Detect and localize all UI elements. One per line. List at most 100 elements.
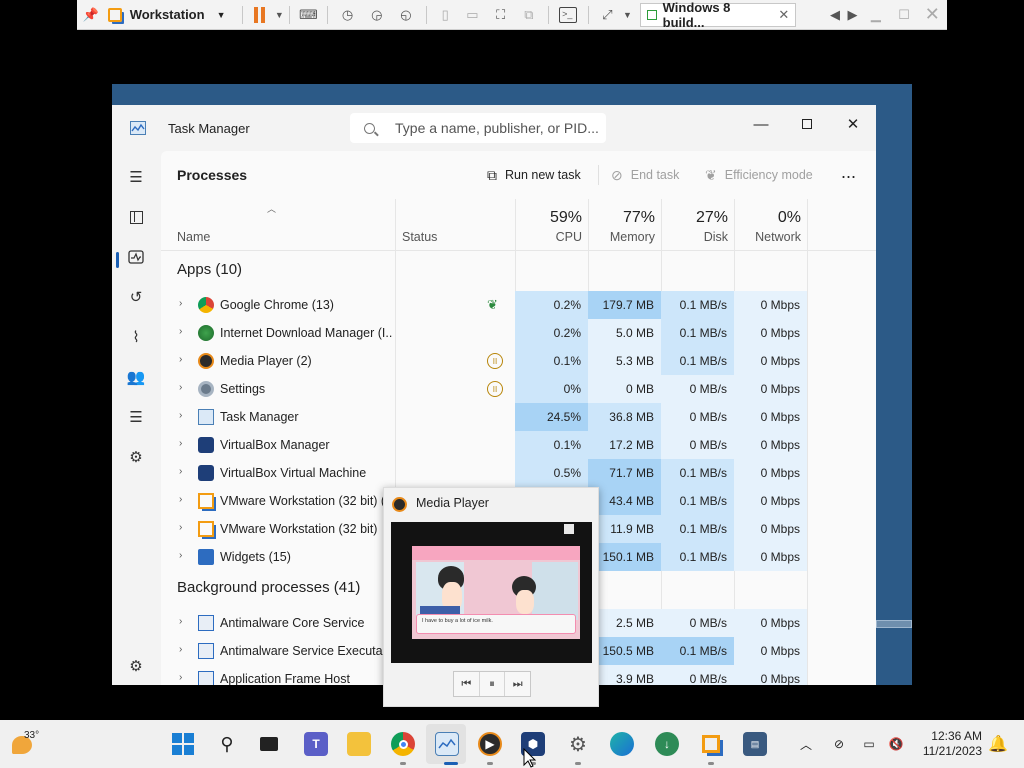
page-title: Processes — [177, 167, 248, 183]
performance-monitor-icon[interactable]: ▤ — [743, 732, 767, 756]
snapshot-manager-icon[interactable]: ◵ — [391, 0, 420, 30]
stretch-icon[interactable]: ⤢ — [594, 0, 621, 30]
column-network[interactable]: 0% Network — [734, 199, 807, 251]
start-icon[interactable] — [171, 732, 195, 756]
workstation-menu[interactable]: Workstation — [130, 7, 205, 22]
pin-icon[interactable]: 📌 — [77, 0, 104, 30]
media-player-icon[interactable]: ▶ — [478, 732, 502, 756]
maximize-icon[interactable]: ☐ — [890, 0, 917, 30]
services-icon[interactable]: ⚙ — [124, 445, 148, 469]
next-icon[interactable]: ⏭ — [505, 672, 530, 696]
column-name[interactable]: ︿ Name — [161, 199, 395, 251]
chevron-right-icon[interactable]: › — [179, 494, 182, 505]
terminal-icon[interactable]: >_ — [554, 0, 583, 30]
revert-snapshot-icon[interactable]: ◶ — [362, 0, 391, 30]
media-player-preview[interactable]: Media Player I have to buy a lot of ice … — [383, 487, 599, 707]
vm-tab-windows8[interactable]: Windows 8 build... ✕ — [639, 0, 797, 30]
close-icon[interactable]: ✕ — [778, 7, 789, 23]
settings-icon[interactable]: ⚙ — [566, 732, 590, 756]
end-task-button[interactable]: ⊘ End task — [611, 164, 679, 186]
run-new-task-button[interactable]: ⧉ Run new task — [487, 164, 581, 186]
chevron-down-icon[interactable]: ▼ — [275, 10, 284, 20]
table-row[interactable]: › Google Chrome (13) ❦ 0.2% 179.7 MB 0.1 MB/s… — [161, 291, 876, 319]
table-row[interactable]: › Media Player (2) II 0.1% 5.3 MB 0.1 MB/s 0 M… — [161, 347, 876, 375]
teams-icon[interactable]: T — [304, 732, 328, 756]
close-button[interactable]: ✕ — [830, 109, 876, 139]
processes-icon[interactable] — [124, 205, 148, 229]
group-header-apps[interactable]: Apps (10) — [177, 261, 242, 278]
vmware-toolbar: 📌 Workstation ▼ ▼ ⌨ ◷ ◶ ◵ ▯ ▭ ⛶ ⧉ >_ ⤢ ▼… — [77, 0, 947, 30]
startup-apps-icon[interactable]: ⌇ — [124, 325, 148, 349]
details-icon[interactable]: ☰ — [124, 405, 148, 429]
notification-bell-icon[interactable]: 🔔 — [986, 732, 1010, 756]
group-header-background[interactable]: Background processes (41) — [177, 579, 360, 596]
minimize-icon[interactable]: ▁ — [861, 0, 890, 30]
task-view-icon[interactable] — [257, 732, 281, 756]
chevron-right-icon[interactable]: › — [179, 438, 182, 449]
volume-muted-icon[interactable]: 🔇 — [884, 732, 908, 756]
chevron-down-icon[interactable]: ▼ — [623, 10, 632, 20]
settings-icon[interactable]: ⚙ — [124, 654, 148, 678]
close-icon[interactable] — [564, 524, 574, 534]
display-icon[interactable]: ▭ — [857, 732, 881, 756]
chevron-right-icon[interactable]: ▶ — [844, 0, 862, 30]
idm-icon[interactable]: ↓ — [655, 732, 679, 756]
table-row[interactable]: › Internet Download Manager (I... 0.2% 5.0 … — [161, 319, 876, 347]
chevron-right-icon[interactable]: › — [179, 382, 182, 393]
network-icon[interactable]: ⊘ — [827, 732, 851, 756]
column-disk[interactable]: 27% Disk — [661, 199, 734, 251]
chevron-right-icon[interactable]: › — [179, 298, 182, 309]
chevron-right-icon[interactable]: › — [179, 326, 182, 337]
chevron-right-icon[interactable]: › — [179, 672, 182, 683]
chevron-right-icon[interactable]: › — [179, 410, 182, 421]
table-row[interactable]: › VirtualBox Manager 0.1% 17.2 MB 0 MB/s 0 Mb… — [161, 431, 876, 459]
chrome-icon[interactable] — [391, 732, 415, 756]
table-row[interactable]: › VirtualBox Virtual Machine 0.5% 71.7 MB 0.… — [161, 459, 876, 487]
search-input[interactable]: Type a name, publisher, or PID... — [395, 120, 599, 136]
users-icon[interactable]: 👥 — [124, 365, 148, 389]
efficiency-mode-button[interactable]: ❦ Efficiency mode — [705, 164, 813, 186]
chevron-right-icon[interactable]: › — [179, 616, 182, 627]
quick-switch-icon[interactable]: ▭ — [459, 0, 486, 30]
hamburger-icon[interactable]: ☰ — [124, 165, 148, 189]
app-history-icon[interactable]: ↺ — [124, 285, 148, 309]
search-box[interactable]: Type a name, publisher, or PID... — [350, 113, 606, 143]
minimize-button[interactable]: — — [738, 109, 784, 139]
maximize-button[interactable] — [784, 109, 830, 139]
chevron-right-icon[interactable]: › — [179, 644, 182, 655]
clock[interactable]: 12:36 AM 11/21/2023 — [918, 729, 982, 759]
performance-icon[interactable] — [124, 245, 148, 269]
column-disk-label: Disk — [703, 230, 728, 244]
more-options-button[interactable]: ... — [841, 161, 856, 183]
vmware-icon[interactable] — [699, 732, 723, 756]
cell-network: 0 Mbps — [734, 459, 807, 487]
task-manager-icon[interactable] — [435, 732, 459, 756]
pause-icon[interactable]: ⏸ — [480, 672, 506, 696]
chevron-down-icon[interactable]: ▼ — [217, 10, 226, 20]
chevron-right-icon[interactable]: › — [179, 354, 182, 365]
close-icon[interactable]: ✕ — [918, 0, 947, 30]
search-icon[interactable]: ⚲ — [215, 732, 239, 756]
table-row[interactable]: › Task Manager 24.5% 36.8 MB 0 MB/s 0 Mbps — [161, 403, 876, 431]
snapshot-icon[interactable]: ◷ — [333, 0, 362, 30]
unity-icon[interactable]: ⧉ — [515, 0, 542, 30]
edge-icon[interactable] — [610, 732, 634, 756]
table-row[interactable]: › Settings II 0% 0 MB 0 MB/s 0 Mbps — [161, 375, 876, 403]
chevron-right-icon[interactable]: › — [179, 522, 182, 533]
previous-icon[interactable]: ⏮ — [454, 672, 480, 696]
full-screen-icon[interactable]: ⛶ — [486, 0, 515, 30]
chevron-right-icon[interactable]: › — [179, 466, 182, 477]
weather-widget[interactable]: 33° — [10, 728, 50, 760]
column-status[interactable]: Status — [386, 199, 506, 251]
file-explorer-icon[interactable] — [347, 732, 371, 756]
console-view-icon[interactable]: ▯ — [432, 0, 459, 30]
column-cpu[interactable]: 59% CPU — [515, 199, 588, 251]
column-memory[interactable]: 77% Memory — [588, 199, 661, 251]
chevron-right-icon[interactable]: › — [179, 550, 182, 561]
send-keys-icon[interactable]: ⌨ — [295, 0, 322, 30]
pause-icon[interactable] — [247, 0, 270, 30]
sort-ascending-icon: ︿ — [267, 204, 277, 214]
chevron-up-icon[interactable]: ︿ — [794, 732, 818, 756]
cell-memory: 5.3 MB — [588, 347, 661, 375]
chevron-left-icon[interactable]: ◀ — [826, 0, 844, 30]
